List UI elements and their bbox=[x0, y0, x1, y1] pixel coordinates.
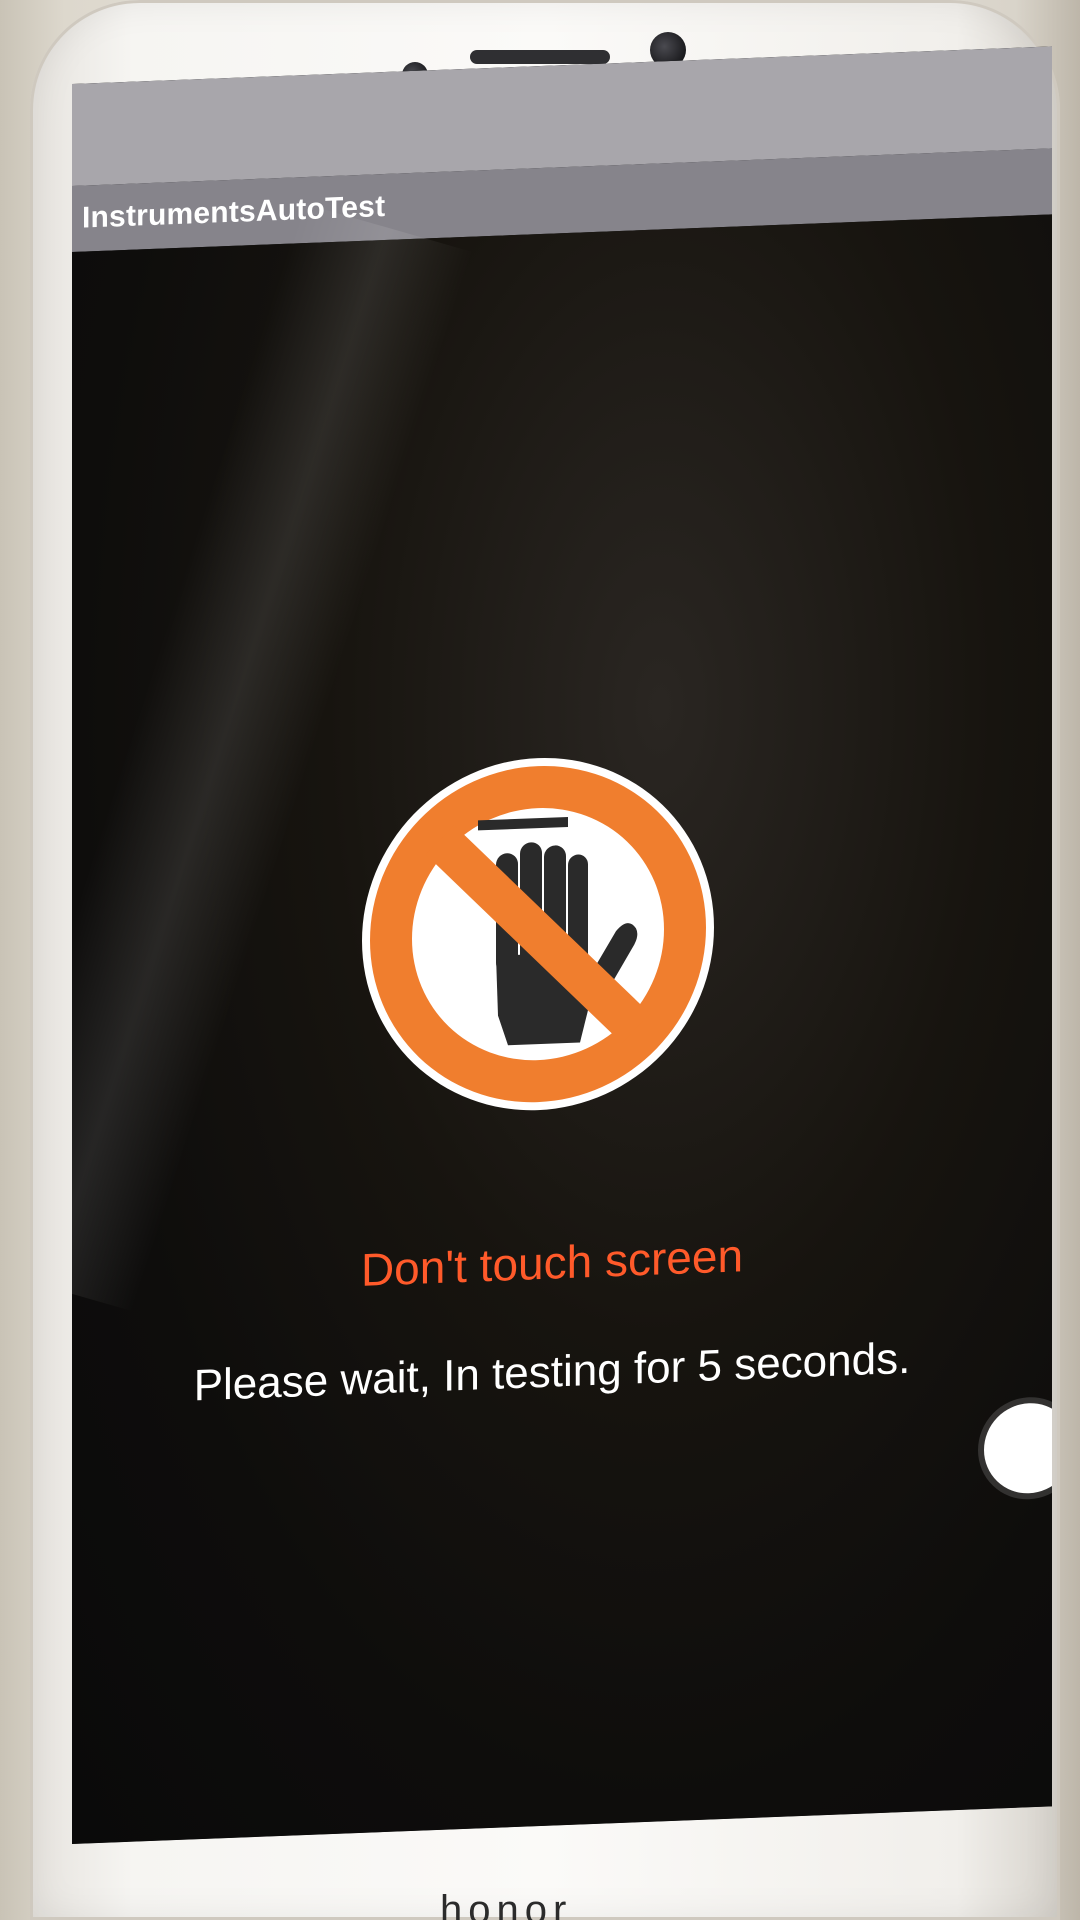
brand-logo: honor bbox=[440, 1888, 573, 1920]
phone-screen: InstrumentsAutoTest Don't touch screen P… bbox=[72, 46, 1052, 1845]
warning-message: Don't touch screen bbox=[360, 1229, 744, 1296]
no-touch-icon bbox=[362, 757, 714, 1111]
photo-background: InstrumentsAutoTest Don't touch screen P… bbox=[0, 0, 1080, 1920]
screen-glare bbox=[72, 203, 474, 1312]
test-content-area: Don't touch screen Please wait, In testi… bbox=[72, 203, 1052, 1845]
earpiece bbox=[470, 50, 610, 64]
testing-status-message: Please wait, In testing for 5 seconds. bbox=[193, 1333, 911, 1411]
assistive-touch-button[interactable] bbox=[984, 1401, 1052, 1495]
